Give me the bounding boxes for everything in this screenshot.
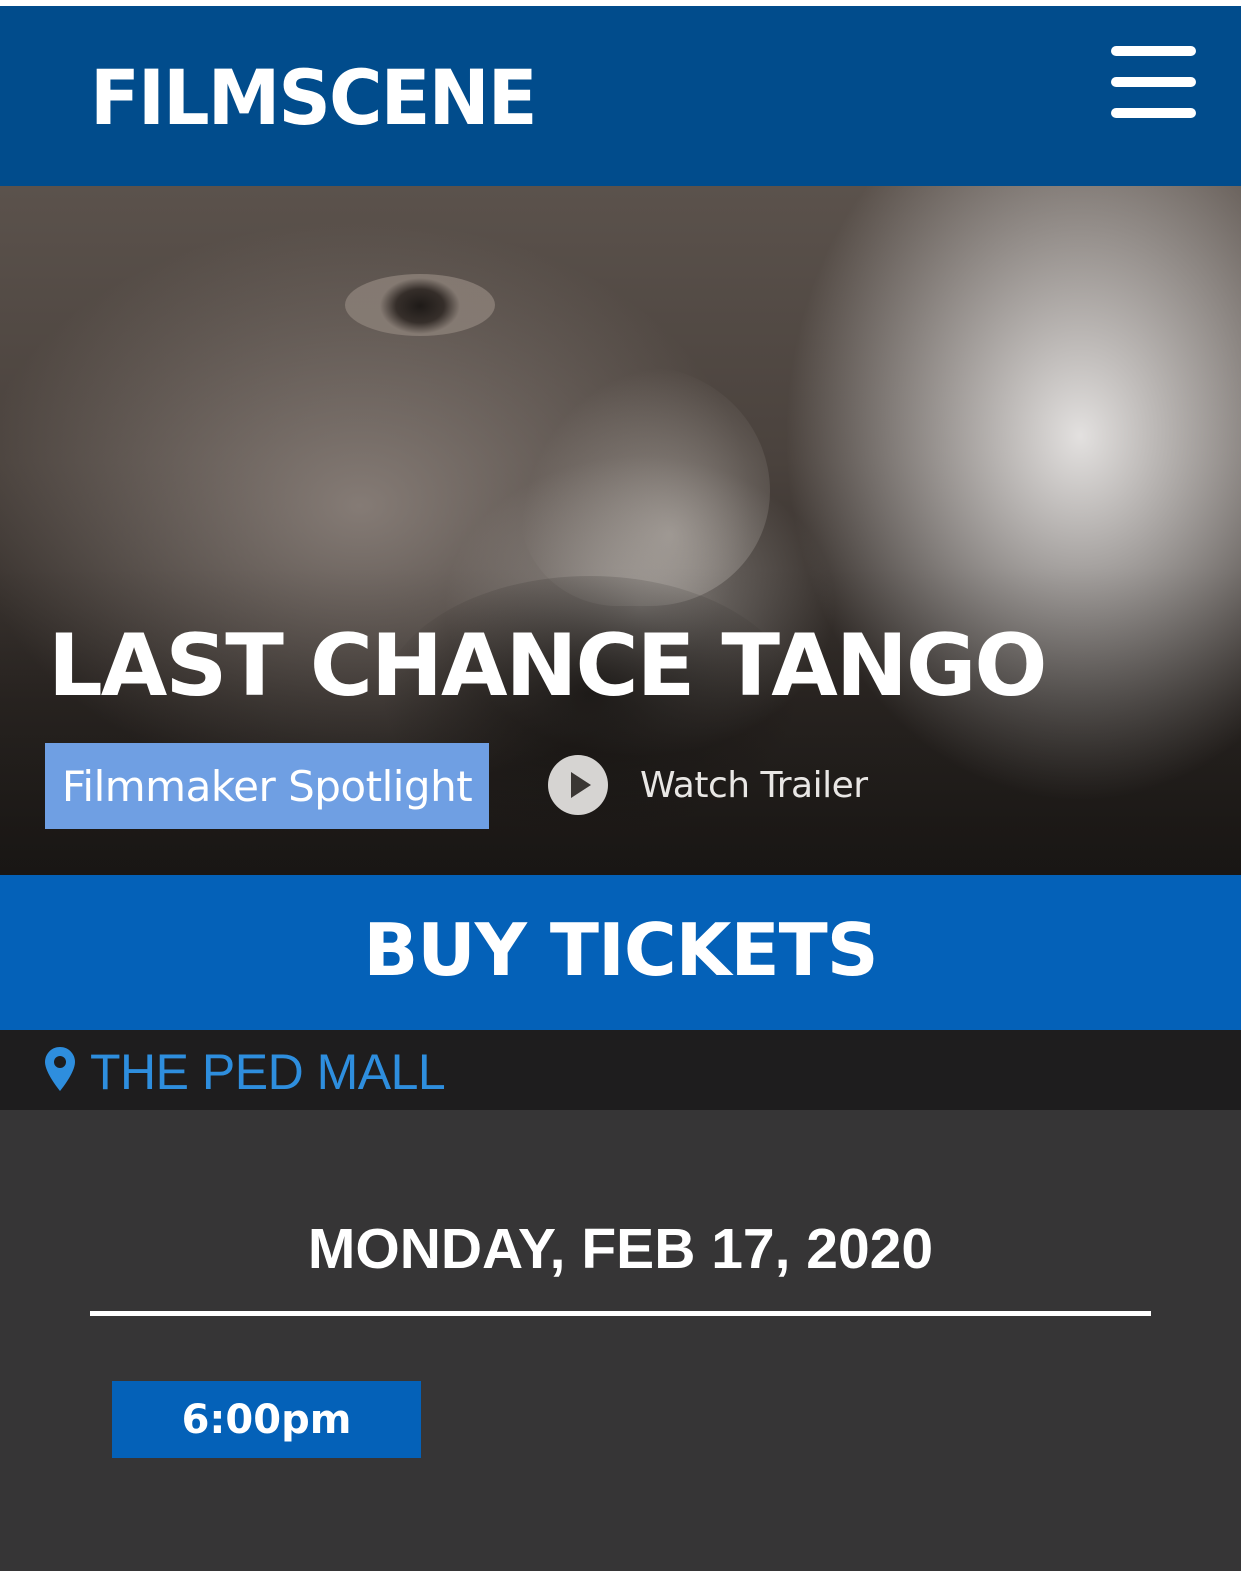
hamburger-menu-icon[interactable] xyxy=(1111,46,1196,118)
filmscene-logo[interactable]: FILMSCENE xyxy=(90,50,538,146)
play-icon[interactable] xyxy=(548,755,608,815)
location-bar: THE PED MALL xyxy=(0,1030,1241,1110)
header-bar: FILMSCENE xyxy=(0,6,1241,186)
map-pin-icon xyxy=(45,1047,75,1091)
menu-icon-line xyxy=(1111,77,1196,87)
showtime-date-heading: MONDAY, FEB 17, 2020 xyxy=(307,1217,934,1281)
filmmaker-spotlight-badge[interactable]: Filmmaker Spotlight xyxy=(45,743,489,829)
film-title: LAST CHANCE TANGO xyxy=(48,616,1048,716)
menu-icon-line xyxy=(1111,108,1196,118)
hero-banner: LAST CHANCE TANGO Filmmaker Spotlight Wa… xyxy=(0,186,1241,875)
hero-image-eye xyxy=(345,274,495,336)
watch-trailer-link[interactable]: Watch Trailer xyxy=(548,754,868,816)
buy-tickets-label: BUY TICKETS xyxy=(363,907,878,992)
watch-trailer-label[interactable]: Watch Trailer xyxy=(640,765,868,806)
location-name[interactable]: THE PED MALL xyxy=(90,1043,446,1101)
buy-tickets-button[interactable]: BUY TICKETS xyxy=(0,875,1241,1030)
menu-icon-line xyxy=(1111,46,1196,56)
date-divider xyxy=(90,1311,1151,1316)
showtime-button[interactable]: 6:00pm xyxy=(112,1381,421,1458)
page-frame: FILMSCENE LAST CHANCE TANGO Filmmaker Sp… xyxy=(0,6,1241,1571)
